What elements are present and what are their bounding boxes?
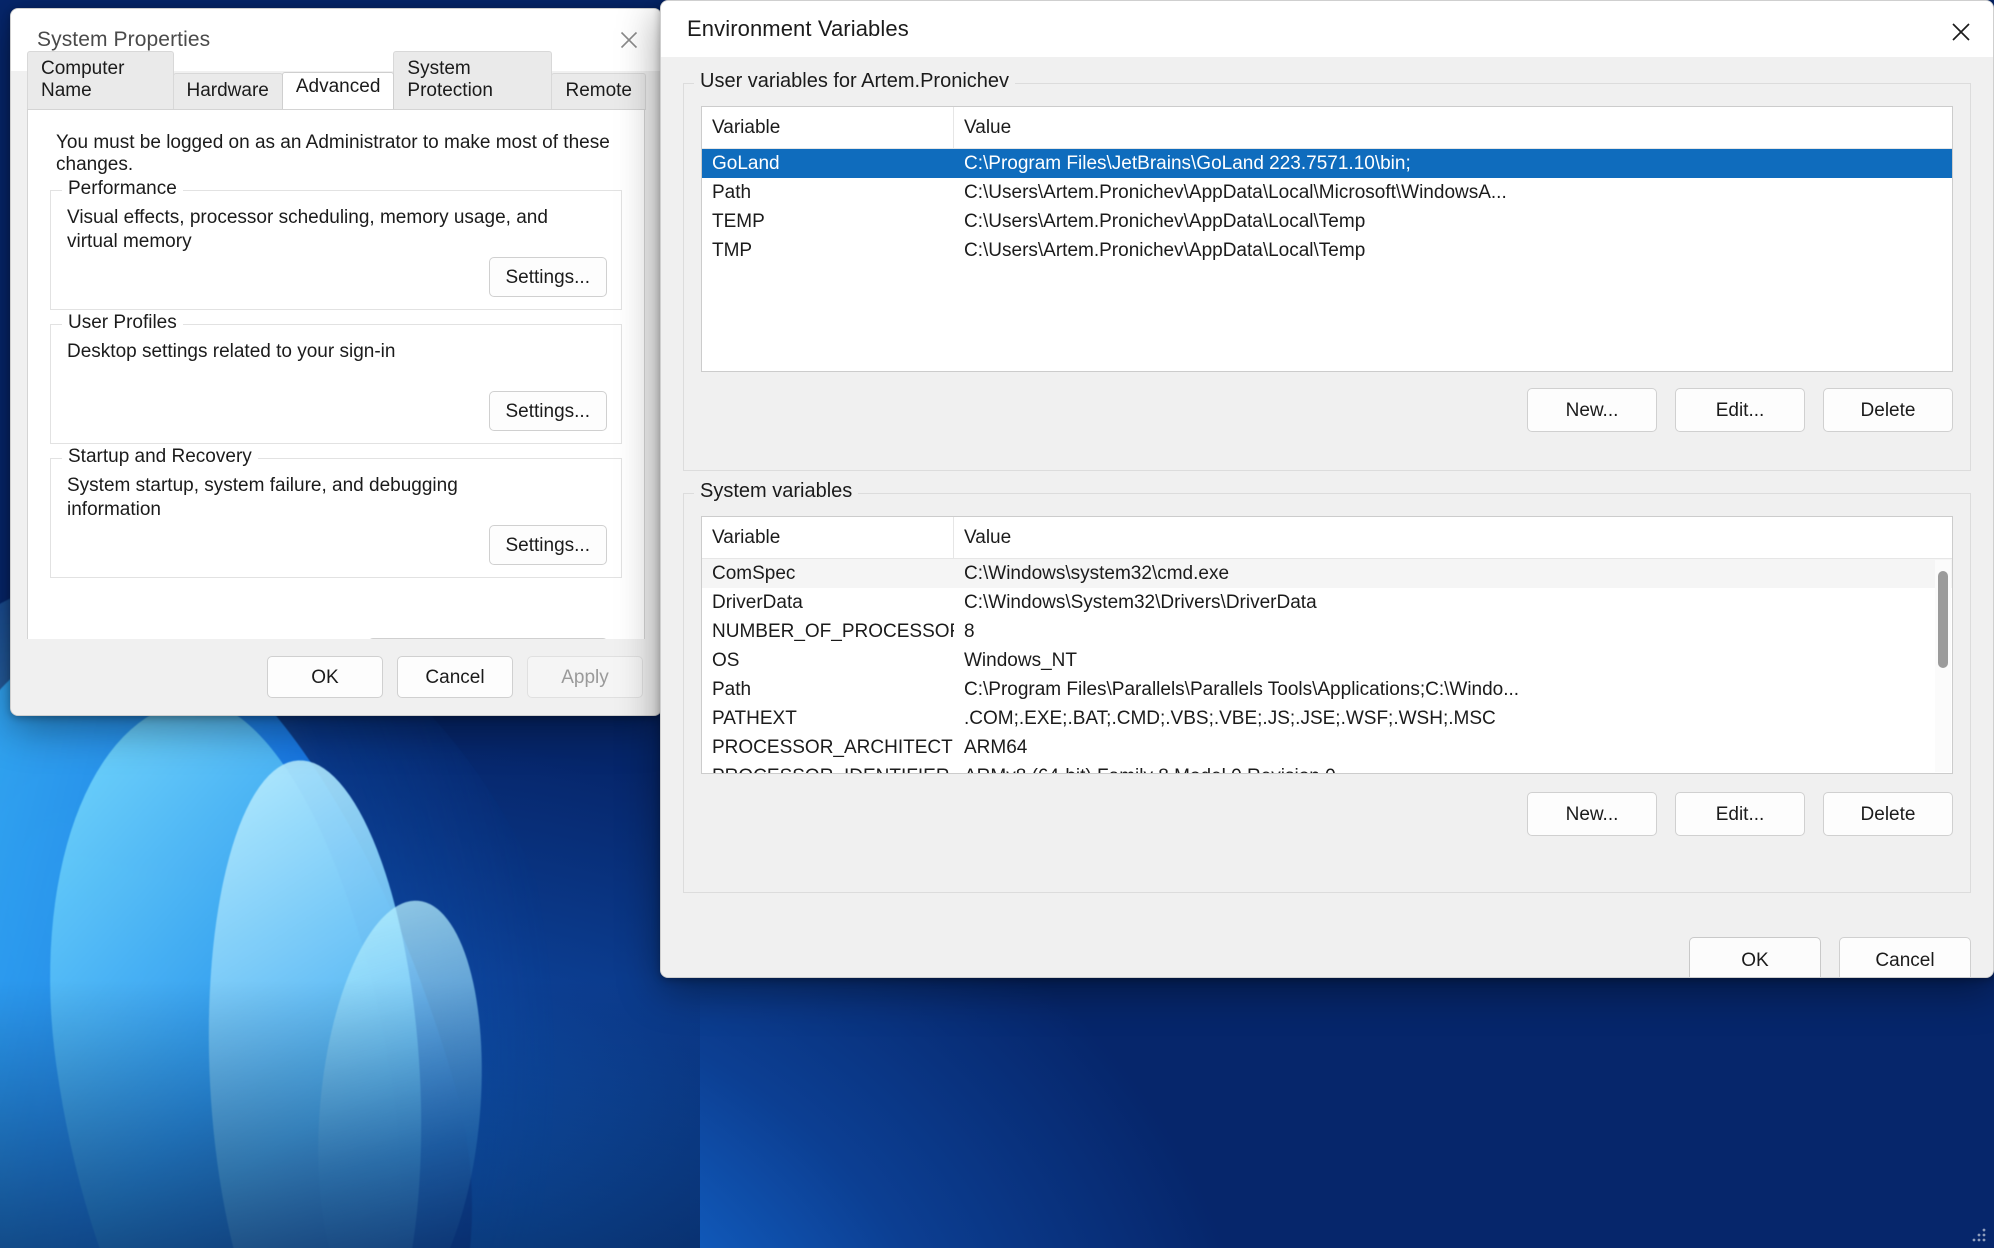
system-new-button[interactable]: New...: [1527, 792, 1657, 836]
user-variables-rows: GoLand C:\Program Files\JetBrains\GoLand…: [702, 149, 1952, 371]
tab-system-protection[interactable]: System Protection: [393, 51, 552, 110]
startup-recovery-group: Startup and Recovery System startup, sys…: [50, 458, 622, 578]
table-row[interactable]: ComSpec C:\Windows\system32\cmd.exe: [702, 559, 1952, 588]
system-properties-apply-button: Apply: [527, 656, 643, 698]
tab-remote[interactable]: Remote: [551, 73, 646, 110]
performance-group: Performance Visual effects, processor sc…: [50, 190, 622, 310]
user-variables-buttons: New... Edit... Delete: [1527, 388, 1953, 432]
system-variables-group: System variables Variable Value ComSpec …: [683, 493, 1971, 893]
user-variables-header: Variable Value: [702, 107, 1952, 149]
cell-value: 8: [954, 621, 1952, 643]
system-variables-header: Variable Value: [702, 517, 1952, 559]
environment-variables-footer: OK Cancel: [1689, 937, 1971, 978]
system-properties-tabstrip: Computer Name Hardware Advanced System P…: [11, 71, 661, 109]
cell-variable: TMP: [702, 240, 954, 262]
environment-cancel-button[interactable]: Cancel: [1839, 937, 1971, 978]
cell-value: C:\Users\Artem.Pronichev\AppData\Local\T…: [954, 211, 1952, 233]
cell-value: ARMv8 (64-bit) Family 8 Model 0 Revision…: [954, 766, 1952, 774]
tab-hardware[interactable]: Hardware: [173, 73, 283, 110]
system-variables-list[interactable]: Variable Value ComSpec C:\Windows\system…: [701, 516, 1953, 774]
cell-variable: PROCESSOR_IDENTIFIER: [702, 766, 954, 774]
cell-variable: PATHEXT: [702, 708, 954, 730]
table-row[interactable]: Path C:\Program Files\Parallels\Parallel…: [702, 675, 1952, 704]
vertical-scrollbar[interactable]: [1935, 560, 1951, 772]
cell-value: C:\Users\Artem.Pronichev\AppData\Local\M…: [954, 182, 1952, 204]
cell-variable: NUMBER_OF_PROCESSORS: [702, 621, 954, 643]
user-variables-group: User variables for Artem.Pronichev Varia…: [683, 83, 1971, 471]
resize-grip-icon: [1970, 1226, 1988, 1244]
cell-variable: OS: [702, 650, 954, 672]
column-header-variable[interactable]: Variable: [702, 517, 954, 558]
cell-value: C:\Windows\system32\cmd.exe: [954, 563, 1952, 585]
tab-advanced[interactable]: Advanced: [282, 72, 395, 109]
system-properties-ok-button[interactable]: OK: [267, 656, 383, 698]
environment-variables-window: Environment Variables User variables for…: [660, 0, 1994, 978]
system-properties-cancel-button[interactable]: Cancel: [397, 656, 513, 698]
table-row[interactable]: TEMP C:\Users\Artem.Pronichev\AppData\Lo…: [702, 207, 1952, 236]
administrator-note: You must be logged on as an Administrato…: [28, 110, 644, 176]
close-icon[interactable]: [597, 9, 661, 71]
column-header-value[interactable]: Value: [954, 517, 1952, 558]
close-icon[interactable]: [1929, 1, 1993, 63]
user-new-button[interactable]: New...: [1527, 388, 1657, 432]
cell-variable: Path: [702, 182, 954, 204]
system-variables-rows: ComSpec C:\Windows\system32\cmd.exe Driv…: [702, 559, 1952, 773]
cell-variable: PROCESSOR_ARCHITECTURE: [702, 737, 954, 759]
system-properties-title: System Properties: [11, 28, 210, 52]
column-header-variable[interactable]: Variable: [702, 107, 954, 148]
advanced-tab-panel: You must be logged on as an Administrato…: [27, 109, 645, 675]
environment-variables-body: User variables for Artem.Pronichev Varia…: [661, 83, 1993, 978]
user-profiles-group-title: User Profiles: [62, 312, 183, 334]
tab-computer-name[interactable]: Computer Name: [27, 51, 174, 110]
cell-value: C:\Windows\System32\Drivers\DriverData: [954, 592, 1952, 614]
system-delete-button[interactable]: Delete: [1823, 792, 1953, 836]
table-row[interactable]: GoLand C:\Program Files\JetBrains\GoLand…: [702, 149, 1952, 178]
cell-variable: TEMP: [702, 211, 954, 233]
performance-group-title: Performance: [62, 178, 183, 200]
cell-variable: GoLand: [702, 153, 954, 175]
column-header-value[interactable]: Value: [954, 107, 1952, 148]
user-profiles-group: User Profiles Desktop settings related t…: [50, 324, 622, 444]
system-properties-footer: OK Cancel Apply: [11, 639, 661, 715]
cell-value: ARM64: [954, 737, 1952, 759]
cell-variable: DriverData: [702, 592, 954, 614]
scrollbar-thumb[interactable]: [1938, 571, 1948, 669]
table-row[interactable]: PATHEXT .COM;.EXE;.BAT;.CMD;.VBS;.VBE;.J…: [702, 704, 1952, 733]
cell-value: .COM;.EXE;.BAT;.CMD;.VBS;.VBE;.JS;.JSE;.…: [954, 708, 1952, 730]
performance-settings-button[interactable]: Settings...: [489, 257, 608, 297]
environment-ok-button[interactable]: OK: [1689, 937, 1821, 978]
user-variables-list[interactable]: Variable Value GoLand C:\Program Files\J…: [701, 106, 1953, 372]
table-row[interactable]: Path C:\Users\Artem.Pronichev\AppData\Lo…: [702, 178, 1952, 207]
cell-variable: ComSpec: [702, 563, 954, 585]
cell-value: Windows_NT: [954, 650, 1952, 672]
table-row[interactable]: OS Windows_NT: [702, 646, 1952, 675]
startup-recovery-group-title: Startup and Recovery: [62, 446, 258, 468]
user-profiles-settings-button[interactable]: Settings...: [489, 391, 608, 431]
environment-variables-title: Environment Variables: [661, 16, 909, 42]
wallpaper-shadow: [0, 980, 700, 1248]
system-properties-window: System Properties Computer Name Hardware…: [10, 8, 662, 716]
table-row[interactable]: PROCESSOR_ARCHITECTURE ARM64: [702, 733, 1952, 762]
system-variables-title: System variables: [694, 480, 858, 503]
cell-value: C:\Program Files\Parallels\Parallels Too…: [954, 679, 1952, 701]
user-variables-title: User variables for Artem.Pronichev: [694, 70, 1015, 93]
user-delete-button[interactable]: Delete: [1823, 388, 1953, 432]
system-edit-button[interactable]: Edit...: [1675, 792, 1805, 836]
performance-description: Visual effects, processor scheduling, me…: [51, 191, 551, 255]
table-row[interactable]: DriverData C:\Windows\System32\Drivers\D…: [702, 588, 1952, 617]
system-variables-buttons: New... Edit... Delete: [1527, 792, 1953, 836]
cell-value: C:\Users\Artem.Pronichev\AppData\Local\T…: [954, 240, 1952, 262]
environment-variables-titlebar: Environment Variables: [661, 1, 1993, 57]
table-row[interactable]: NUMBER_OF_PROCESSORS 8: [702, 617, 1952, 646]
cell-variable: Path: [702, 679, 954, 701]
startup-recovery-description: System startup, system failure, and debu…: [51, 459, 551, 523]
cell-value: C:\Program Files\JetBrains\GoLand 223.75…: [954, 153, 1952, 175]
user-edit-button[interactable]: Edit...: [1675, 388, 1805, 432]
table-row[interactable]: TMP C:\Users\Artem.Pronichev\AppData\Loc…: [702, 236, 1952, 265]
table-row[interactable]: PROCESSOR_IDENTIFIER ARMv8 (64-bit) Fami…: [702, 762, 1952, 773]
startup-recovery-settings-button[interactable]: Settings...: [489, 525, 608, 565]
